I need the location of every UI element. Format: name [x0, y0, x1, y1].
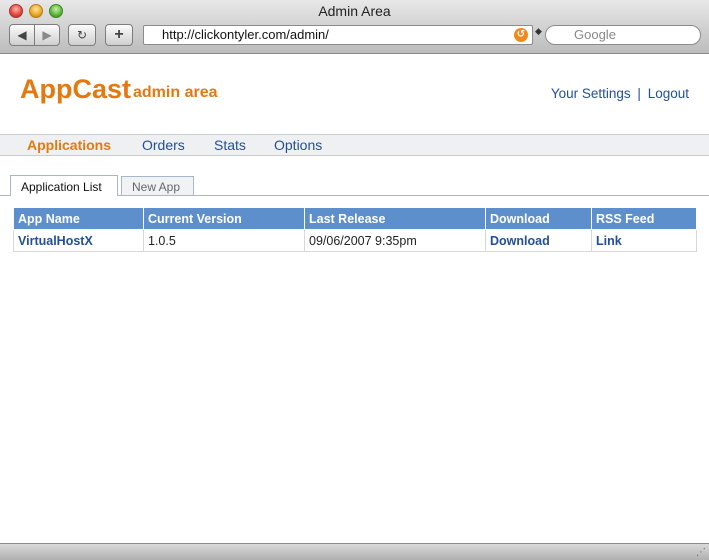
app-logo: AppCast: [20, 74, 132, 104]
snapback-icon[interactable]: ↺: [514, 28, 528, 42]
col-current-version: Current Version: [143, 207, 305, 230]
back-arrow-icon: ◀: [17, 28, 27, 42]
logout-link[interactable]: Logout: [648, 86, 689, 101]
col-last-release: Last Release: [304, 207, 486, 230]
forward-arrow-icon: ▶: [42, 28, 52, 42]
table-header-row: App Name Current Version Last Release Do…: [13, 207, 697, 230]
cell-download: Download: [485, 229, 592, 252]
reload-icon: ↻: [76, 28, 88, 42]
col-rss-feed: RSS Feed: [591, 207, 697, 230]
window-title: Admin Area: [318, 3, 391, 19]
main-nav: Applications Orders Stats Options: [0, 134, 709, 156]
nav-options[interactable]: Options: [274, 137, 322, 153]
nav-orders[interactable]: Orders: [142, 137, 185, 153]
cell-last-release: 09/06/2007 9:35pm: [304, 229, 486, 252]
cell-rss-feed: Link: [591, 229, 697, 252]
col-download: Download: [485, 207, 592, 230]
forward-button[interactable]: ▶: [34, 24, 60, 46]
address-bar[interactable]: http://clickontyler.com/admin/: [143, 25, 533, 45]
app-name-link[interactable]: VirtualHostX: [18, 234, 93, 248]
your-settings-link[interactable]: Your Settings: [551, 86, 631, 101]
app-logo-subtitle: admin area: [133, 84, 218, 101]
cell-app-name: VirtualHostX: [13, 229, 144, 252]
col-app-name: App Name: [13, 207, 144, 230]
search-input[interactable]: Google: [545, 25, 701, 45]
tab-application-list[interactable]: Application List: [10, 175, 118, 196]
nav-stats[interactable]: Stats: [214, 137, 246, 153]
add-bookmark-button[interactable]: +: [105, 24, 133, 46]
nav-applications[interactable]: Applications: [27, 137, 111, 153]
table-row: VirtualHostX 1.0.5 09/06/2007 9:35pm Dow…: [13, 229, 697, 252]
address-dropdown-icon[interactable]: ◆: [535, 26, 542, 37]
reload-button[interactable]: ↻: [68, 24, 96, 46]
tab-bar: Application List New App: [0, 175, 709, 196]
plus-icon: +: [114, 26, 124, 43]
window-bottom-bar: [0, 543, 709, 560]
resize-grip-icon[interactable]: ⋰: [696, 547, 706, 558]
link-separator: |: [637, 86, 641, 101]
rss-feed-link[interactable]: Link: [596, 234, 622, 248]
download-link[interactable]: Download: [490, 234, 550, 248]
user-links: Your Settings | Logout: [551, 86, 689, 101]
tab-new-app[interactable]: New App: [121, 176, 194, 195]
cell-current-version: 1.0.5: [143, 229, 305, 252]
back-button[interactable]: ◀: [9, 24, 35, 46]
applications-table: App Name Current Version Last Release Do…: [13, 207, 697, 252]
